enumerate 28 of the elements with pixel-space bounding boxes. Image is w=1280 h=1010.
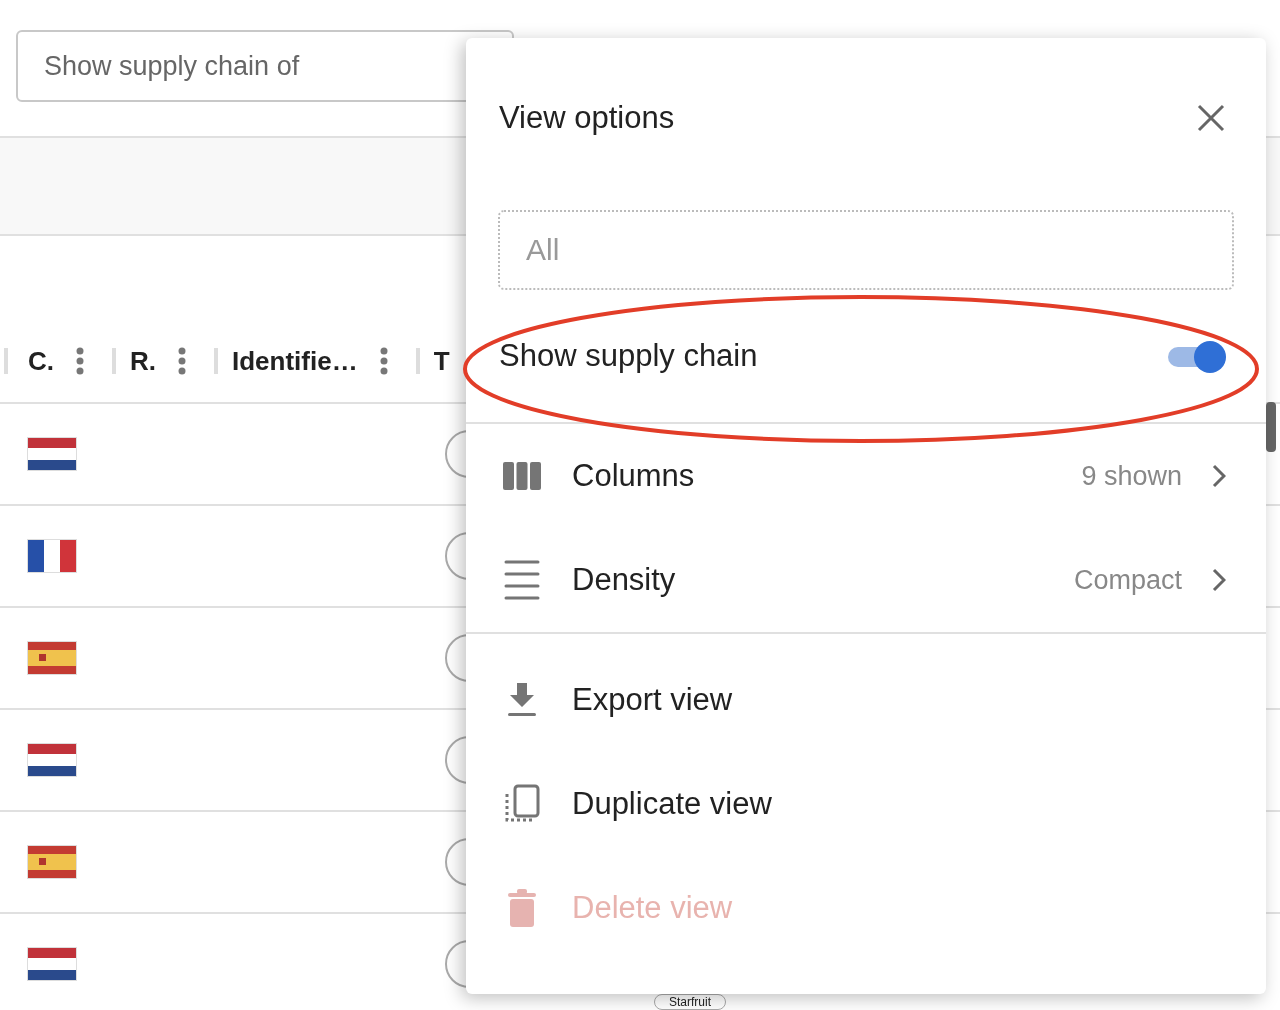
column-menu-icon[interactable] xyxy=(379,347,388,375)
flag-icon xyxy=(27,539,77,573)
flag-icon xyxy=(27,437,77,471)
menu-icon xyxy=(502,560,542,600)
column-menu-icon[interactable] xyxy=(76,347,84,375)
toggle-label: Show supply chain xyxy=(499,338,758,374)
flag-icon xyxy=(27,947,77,981)
flag-icon xyxy=(27,641,77,675)
search-field[interactable]: All xyxy=(498,210,1234,290)
flag-icon xyxy=(27,743,77,777)
columns-icon xyxy=(502,462,542,490)
flag-icon xyxy=(27,845,77,879)
close-icon[interactable] xyxy=(1196,103,1226,133)
column-header[interactable]: Identifie… xyxy=(232,345,358,377)
column-header[interactable]: C. xyxy=(28,345,54,377)
menu-item[interactable]: Columns 9 shown xyxy=(466,424,1266,528)
scrollbar[interactable] xyxy=(1266,402,1276,452)
menu-item[interactable]: Duplicate view xyxy=(466,752,1266,856)
menu-item[interactable]: Export view xyxy=(466,648,1266,752)
chevron-icon xyxy=(1212,464,1226,488)
column-header[interactable]: R. xyxy=(130,345,156,377)
chevron-icon xyxy=(1212,568,1226,592)
column-header[interactable]: T xyxy=(433,345,450,377)
menu-item[interactable]: Density Compact xyxy=(466,528,1266,632)
supply-chain-select[interactable]: Show supply chain of xyxy=(16,30,514,102)
toggle-switch[interactable] xyxy=(1168,340,1226,372)
panel-title: View options xyxy=(499,100,675,136)
column-menu-icon[interactable] xyxy=(178,347,186,375)
